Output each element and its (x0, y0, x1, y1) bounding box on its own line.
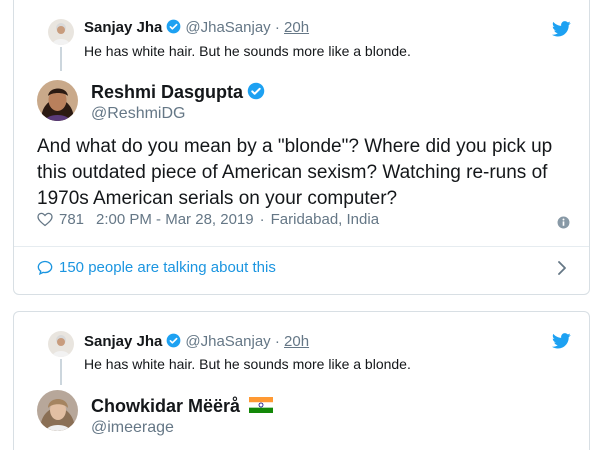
author-name[interactable]: Reshmi Dasgupta (91, 82, 243, 102)
tweet-embed-card[interactable]: Sanjay Jha @JhaSanjay · 20h He has white … (13, 311, 590, 450)
tweet-embed-card[interactable]: Sanjay Jha @JhaSanjay · 20h He has white … (13, 0, 590, 295)
verified-badge-icon (167, 19, 181, 34)
quoted-author-name[interactable]: Sanjay Jha (84, 333, 162, 350)
dot-separator: · (274, 19, 280, 36)
quoted-author-handle[interactable]: @JhaSanjay (185, 333, 270, 350)
conversation-link[interactable]: 150 people are talking about this (37, 259, 276, 276)
heart-icon[interactable] (37, 212, 53, 227)
avatar-reshmi-dasgupta[interactable] (37, 80, 78, 121)
verified-badge-icon (247, 82, 265, 100)
quoted-author-name[interactable]: Sanjay Jha (84, 19, 162, 36)
quoted-tweet-text: He has white hair. But he sounds more li… (84, 43, 411, 59)
quoted-tweet-header[interactable]: Sanjay Jha @JhaSanjay · 20h (84, 19, 309, 36)
author-name-row[interactable]: Chowkidar Mëërå (91, 396, 274, 417)
tweet-meta: 781 2:00 PM - Mar 28, 2019 · Faridabad, … (37, 211, 379, 228)
quoted-author-handle[interactable]: @JhaSanjay (185, 19, 270, 36)
verified-badge-icon (167, 333, 181, 348)
author-handle[interactable]: @ReshmiDG (91, 105, 185, 123)
comment-bubble-icon (37, 260, 53, 275)
divider (14, 246, 589, 247)
conversation-link-text[interactable]: 150 people are talking about this (59, 259, 276, 276)
avatar-sanjay-jha[interactable] (48, 19, 74, 45)
quoted-tweet-header[interactable]: Sanjay Jha @JhaSanjay · 20h (84, 333, 309, 350)
tweet-timestamp[interactable]: 2:00 PM - Mar 28, 2019 (96, 211, 254, 228)
info-icon[interactable] (557, 216, 570, 229)
quoted-timestamp[interactable]: 20h (284, 19, 309, 36)
tweet-text: And what do you mean by a "blonde"? Wher… (37, 136, 553, 209)
dot-separator: · (259, 211, 265, 228)
twitter-bird-icon[interactable] (552, 333, 571, 349)
like-count[interactable]: 781 (59, 211, 84, 228)
tweet-location[interactable]: Faridabad, India (271, 211, 379, 228)
thread-line (60, 359, 62, 385)
avatar-chowkidar-meera[interactable] (37, 390, 78, 431)
quoted-timestamp[interactable]: 20h (284, 333, 309, 350)
avatar-sanjay-jha[interactable] (48, 331, 74, 357)
india-flag-icon (249, 397, 274, 413)
author-name-row[interactable]: Reshmi Dasgupta (91, 82, 265, 103)
author-handle[interactable]: @imeerage (91, 419, 174, 437)
quoted-tweet-text: He has white hair. But he sounds more li… (84, 356, 411, 372)
chevron-right-icon[interactable] (557, 261, 567, 275)
dot-separator: · (274, 333, 280, 350)
twitter-bird-icon[interactable] (552, 21, 571, 37)
thread-line (60, 47, 62, 71)
author-name[interactable]: Chowkidar Mëërå (91, 396, 240, 416)
